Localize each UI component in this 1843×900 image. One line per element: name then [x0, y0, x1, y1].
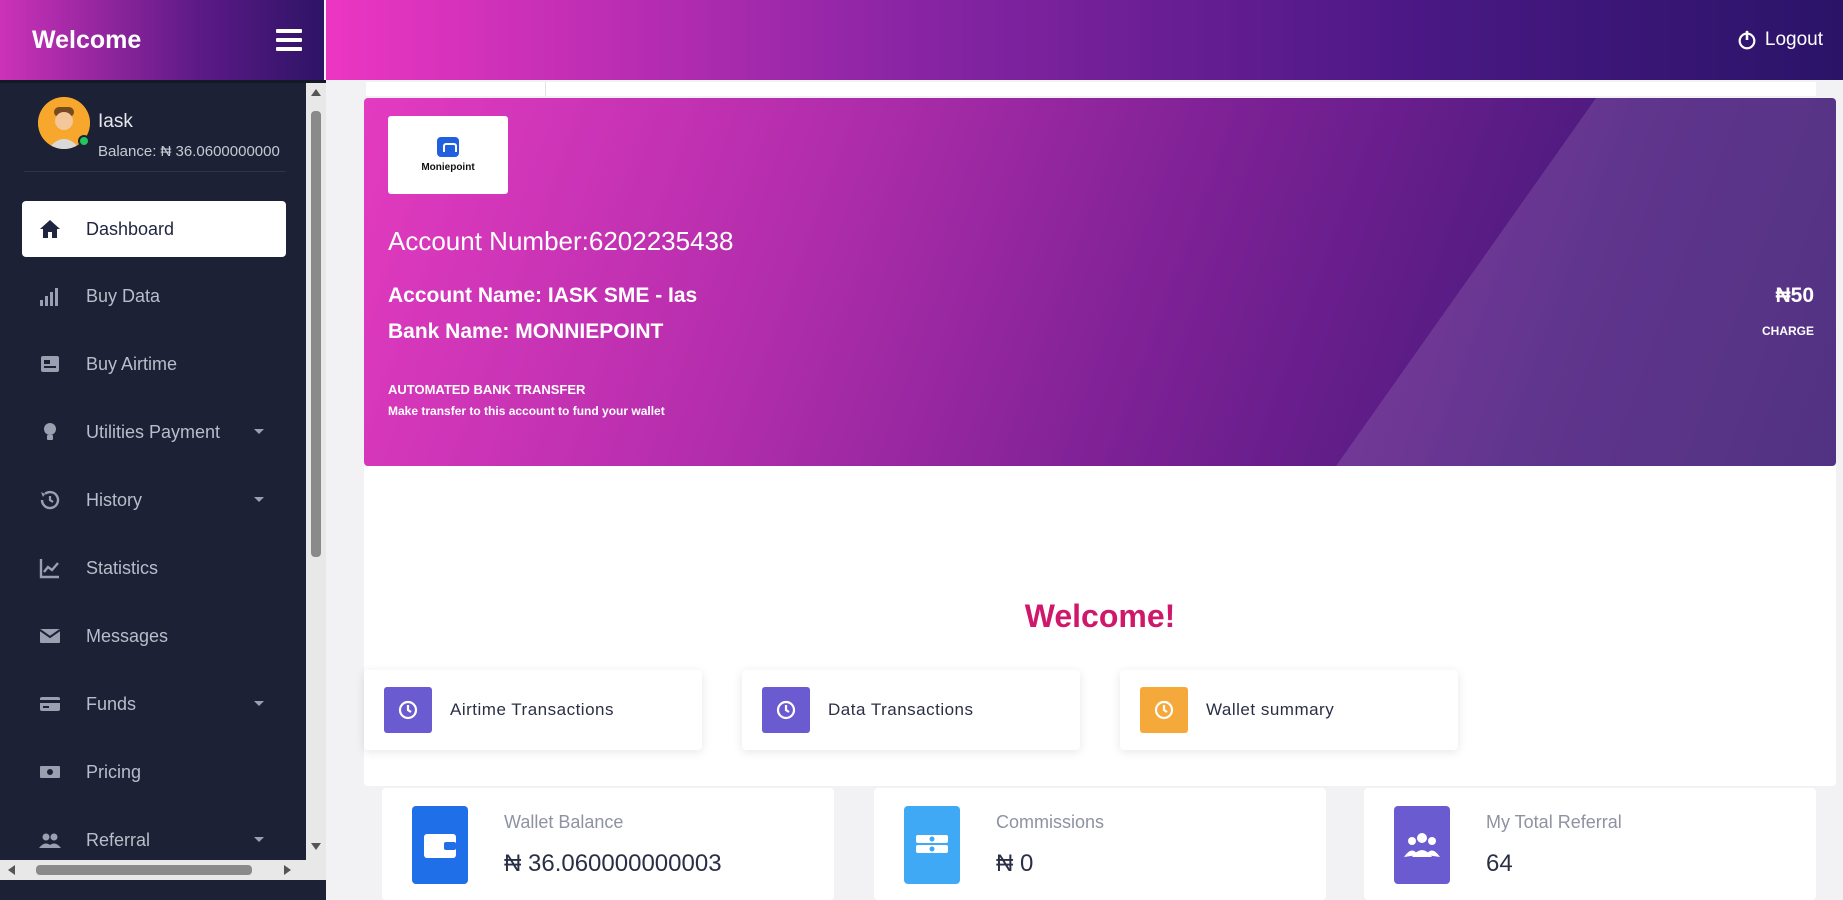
- lightbulb-icon: [36, 420, 64, 444]
- sidebar-item-pricing[interactable]: Pricing: [22, 743, 286, 801]
- user-name: Iask: [98, 111, 133, 132]
- sidebar-item-referral[interactable]: Referral: [22, 811, 286, 860]
- chevron-down-icon: [254, 429, 264, 434]
- logout-label: Logout: [1764, 29, 1823, 50]
- wallet-balance-card: Wallet Balance ₦ 36.060000000003: [382, 788, 834, 900]
- sidebar-item-buy-airtime[interactable]: Buy Airtime: [22, 335, 286, 393]
- chevron-down-icon: [254, 837, 264, 842]
- sidebar-horizontal-scrollbar[interactable]: [0, 860, 326, 880]
- data-transactions-card[interactable]: Data Transactions: [742, 670, 1080, 750]
- scroll-up-icon[interactable]: [311, 89, 321, 96]
- quick-link-label: Airtime Transactions: [450, 700, 614, 719]
- receipt-icon: [1140, 687, 1188, 733]
- wallet-summary-card[interactable]: Wallet summary: [1120, 670, 1458, 750]
- scrollbar-thumb[interactable]: [311, 111, 321, 557]
- charge-amount: ₦50: [1775, 284, 1814, 307]
- home-icon: [36, 217, 64, 241]
- transfer-note: Make transfer to this account to fund yo…: [388, 404, 665, 418]
- user-profile: Iask Balance: ₦ 36.0600000000: [38, 97, 306, 160]
- sidebar-item-label: Buy Data: [86, 285, 161, 306]
- card-decoration: [1336, 98, 1836, 466]
- scrollbar-thumb[interactable]: [36, 865, 252, 875]
- brand-title: Welcome: [32, 25, 142, 54]
- wallet-icon: [412, 806, 468, 884]
- airtime-transactions-card[interactable]: Airtime Transactions: [364, 670, 702, 750]
- sidebar-item-label: Dashboard: [86, 218, 175, 239]
- brand-bar: Welcome: [0, 0, 324, 80]
- menu-toggle-icon[interactable]: [276, 29, 302, 51]
- sidebar-item-label: Funds: [86, 693, 137, 714]
- stat-label: My Total Referral: [1486, 812, 1622, 832]
- bank-logo: Moniepoint: [388, 116, 508, 194]
- phone-card-icon: [36, 352, 64, 376]
- chevron-down-icon: [254, 497, 264, 502]
- receipt-icon: [762, 687, 810, 733]
- sidebar-item-messages[interactable]: Messages: [22, 607, 286, 665]
- sidebar: Iask Balance: ₦ 36.0600000000 Dashboard …: [0, 83, 306, 860]
- sidebar-item-label: Utilities Payment: [86, 421, 221, 442]
- receipt-icon: [384, 687, 432, 733]
- sidebar-item-funds[interactable]: Funds: [22, 675, 286, 733]
- tab-strip: [366, 82, 1816, 96]
- envelope-icon: [36, 624, 64, 648]
- sidebar-item-label: Referral: [86, 829, 151, 850]
- chevron-down-icon: [254, 701, 264, 706]
- users-icon: [36, 828, 64, 852]
- stat-value: 64: [1486, 850, 1513, 877]
- scroll-left-icon[interactable]: [8, 865, 15, 875]
- bank-name: Bank Name: MONNIEPOINT: [388, 320, 664, 343]
- sidebar-footer: [0, 880, 326, 900]
- stat-label: Wallet Balance: [504, 812, 624, 832]
- bank-logo-text: Moniepoint: [421, 162, 475, 173]
- transfer-title: AUTOMATED BANK TRANSFER: [388, 382, 586, 397]
- sidebar-item-label: History: [86, 489, 143, 510]
- scroll-down-icon[interactable]: [311, 843, 321, 850]
- user-balance: Balance: ₦ 36.0600000000: [98, 143, 280, 160]
- welcome-panel: Welcome! Airtime Transactions Data Trans…: [364, 466, 1836, 786]
- main-content: Moniepoint Account Number:6202235438 Acc…: [326, 80, 1843, 900]
- charge-label: CHARGE: [1761, 324, 1814, 338]
- power-icon: [1738, 30, 1756, 50]
- cash-stack-icon: [904, 806, 960, 884]
- total-referral-card: My Total Referral 64: [1364, 788, 1816, 900]
- sidebar-item-dashboard[interactable]: Dashboard: [22, 201, 286, 257]
- sidebar-vertical-scrollbar[interactable]: [306, 83, 326, 860]
- sidebar-item-label: Pricing: [86, 761, 142, 782]
- logout-button[interactable]: Logout: [1736, 29, 1823, 51]
- sidebar-item-history[interactable]: History: [22, 471, 286, 529]
- account-card: Moniepoint Account Number:6202235438 Acc…: [364, 98, 1836, 466]
- sidebar-item-buy-data[interactable]: Buy Data: [22, 267, 286, 325]
- moniepoint-logo-icon: [437, 137, 459, 157]
- sidebar-item-utilities-payment[interactable]: Utilities Payment: [22, 403, 286, 461]
- sidebar-item-label: Statistics: [86, 557, 159, 578]
- top-navbar: Logout: [326, 0, 1843, 80]
- scroll-right-icon[interactable]: [284, 865, 291, 875]
- sidebar-item-label: Messages: [86, 625, 169, 646]
- divider: [24, 171, 286, 172]
- online-status-dot: [78, 135, 90, 147]
- sidebar-menu: Dashboard Buy Data Buy Airtime Utilities…: [22, 201, 286, 860]
- users-group-icon: [1394, 806, 1450, 884]
- tab[interactable]: [366, 82, 546, 96]
- history-icon: [36, 488, 64, 512]
- quick-link-label: Wallet summary: [1206, 700, 1335, 719]
- money-icon: [36, 760, 64, 784]
- sidebar-item-label: Buy Airtime: [86, 353, 178, 374]
- commissions-card: Commissions ₦ 0: [874, 788, 1326, 900]
- sidebar-item-statistics[interactable]: Statistics: [22, 539, 286, 597]
- line-chart-icon: [36, 556, 64, 580]
- account-name: Account Name: IASK SME - Ias: [388, 284, 698, 307]
- signal-bars-icon: [36, 284, 64, 308]
- stat-value: ₦ 0: [996, 850, 1034, 877]
- quick-link-label: Data Transactions: [828, 700, 974, 719]
- stat-label: Commissions: [996, 812, 1105, 832]
- stat-value: ₦ 36.060000000003: [504, 850, 722, 877]
- welcome-title: Welcome!: [1024, 598, 1176, 634]
- account-number: Account Number:6202235438: [388, 226, 734, 256]
- credit-card-icon: [36, 692, 64, 716]
